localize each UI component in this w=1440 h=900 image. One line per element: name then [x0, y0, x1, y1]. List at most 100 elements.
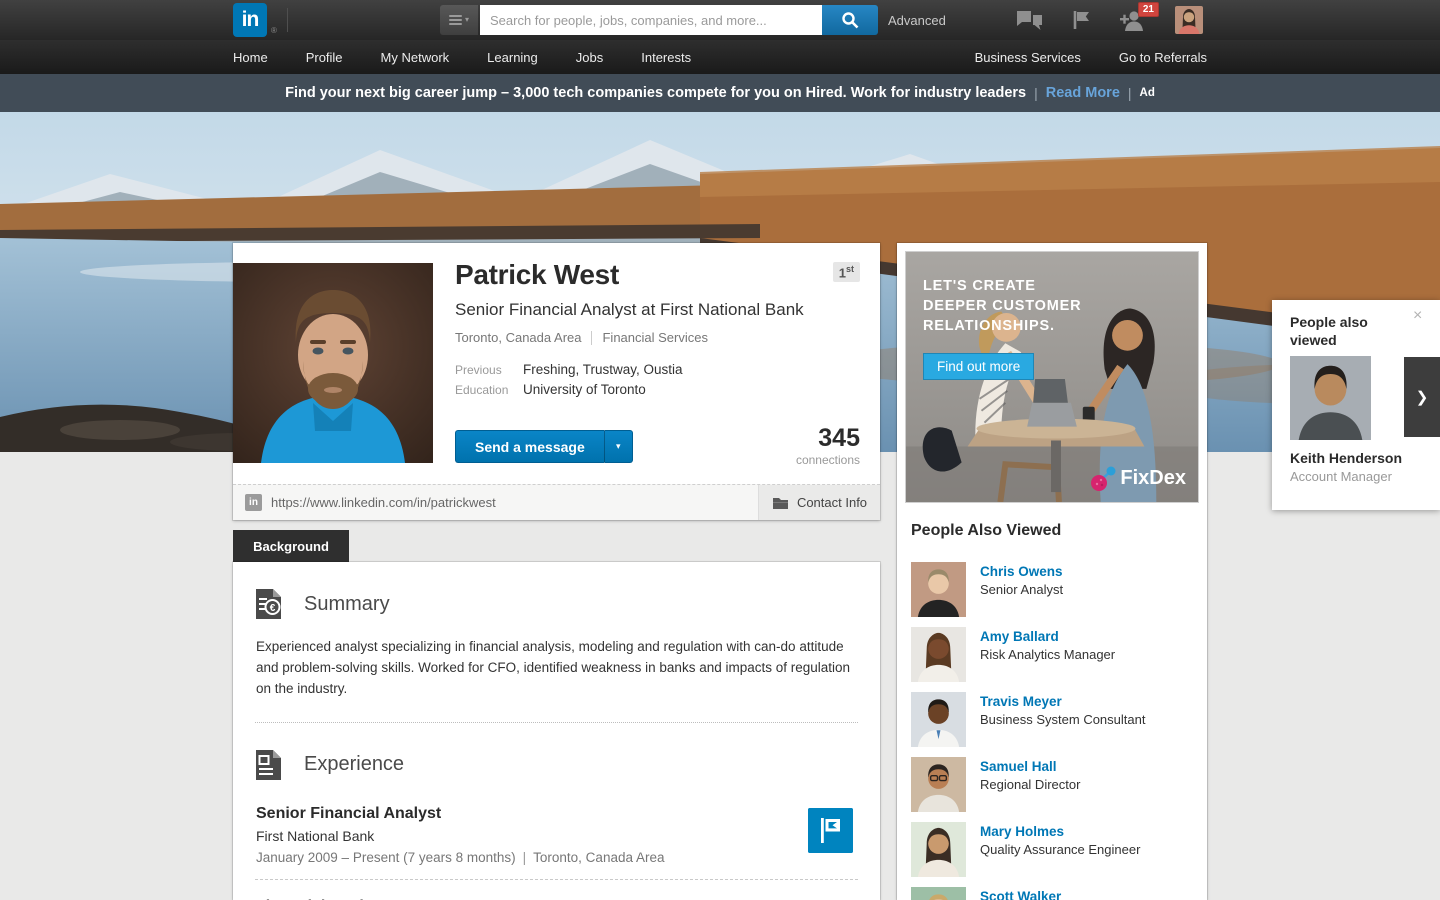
list-item: Scott Walker [911, 887, 1193, 900]
people-also-viewed-heading: People Also Viewed [911, 522, 1061, 540]
profile-name: Patrick West [455, 259, 867, 291]
profile-photo[interactable] [233, 263, 433, 463]
flag-button[interactable] [1072, 10, 1091, 30]
linkedin-logo[interactable]: in [233, 3, 267, 37]
list-item: Mary Holmes Quality Assurance Engineer [911, 822, 1193, 877]
popup-next-button[interactable]: ❯ [1404, 357, 1440, 437]
connections-count: 345 [796, 426, 860, 451]
send-message-button[interactable]: Send a message [455, 430, 604, 463]
profile-location[interactable]: Toronto, Canada Area [455, 330, 581, 345]
person-text: Amy Ballard Risk Analytics Manager [980, 627, 1115, 682]
background-section: Background € Summary Experienced analyst… [233, 530, 880, 900]
messages-button[interactable] [1016, 10, 1043, 31]
popup-person-name[interactable]: Keith Henderson [1290, 450, 1402, 466]
person-name[interactable]: Samuel Hall [980, 759, 1080, 774]
person-title: Senior Analyst [980, 582, 1063, 597]
divider: | [523, 850, 527, 865]
advanced-search-link[interactable]: Advanced [888, 13, 946, 28]
nav-business-services[interactable]: Business Services [975, 50, 1081, 65]
nav-interests[interactable]: Interests [641, 50, 691, 65]
contact-info-label: Contact Info [797, 495, 867, 510]
person-title: Risk Analytics Manager [980, 647, 1115, 662]
read-more-link[interactable]: Read More [1046, 85, 1120, 101]
search-icon [841, 11, 859, 29]
summary-doc-icon: € [255, 588, 282, 620]
divider: | [1128, 85, 1132, 101]
contact-info-button[interactable]: Contact Info [758, 485, 880, 520]
person-photo[interactable] [911, 692, 966, 747]
person-photo[interactable] [911, 822, 966, 877]
connections-block: 345 connections [796, 426, 860, 467]
search-category-dropdown[interactable]: ▾ [440, 5, 478, 35]
search-area: ▾ [440, 5, 878, 35]
list-item: Amy Ballard Risk Analytics Manager [911, 627, 1193, 682]
close-icon[interactable]: × [1413, 307, 1422, 325]
list-item: Samuel Hall Regional Director [911, 757, 1193, 812]
person-name[interactable]: Travis Meyer [980, 694, 1145, 709]
person-name[interactable]: Scott Walker [980, 889, 1061, 900]
summary-text: Experienced analyst specializing in fina… [256, 637, 854, 700]
profile-url-row: in https://www.linkedin.com/in/patrickwe… [233, 484, 880, 520]
education-value[interactable]: University of Toronto [523, 382, 646, 397]
ad-label: Ad [1140, 87, 1155, 99]
linkedin-mini-icon: in [245, 494, 262, 511]
profile-actions: Send a message ▾ [455, 430, 633, 463]
section-divider [255, 722, 858, 723]
send-message-dropdown[interactable]: ▾ [604, 430, 633, 463]
person-text: Mary Holmes Quality Assurance Engineer [980, 822, 1140, 877]
sponsored-ad[interactable]: LET'S CREATE DEEPER CUSTOMER RELATIONSHI… [905, 251, 1199, 503]
list-item: Chris Owens Senior Analyst [911, 562, 1193, 617]
person-name[interactable]: Amy Ballard [980, 629, 1115, 644]
top-bar: in ® ▾ Advanced [0, 0, 1440, 40]
hamburger-icon [449, 15, 462, 25]
ad-brand-name: FixDex [1120, 467, 1186, 490]
nav-my-network[interactable]: My Network [381, 50, 450, 65]
person-photo[interactable] [911, 757, 966, 812]
person-name[interactable]: Chris Owens [980, 564, 1063, 579]
experience-company[interactable]: First National Bank [256, 828, 858, 844]
nav-learning[interactable]: Learning [487, 50, 538, 65]
top-icons: 21 [1016, 0, 1203, 40]
previous-label: Previous [455, 362, 523, 377]
tab-background[interactable]: Background [233, 530, 349, 562]
person-name[interactable]: Mary Holmes [980, 824, 1140, 839]
experience-job-title[interactable]: Senior Financial Analyst [256, 805, 858, 823]
person-text: Scott Walker [980, 887, 1061, 900]
nav-go-to-referrals[interactable]: Go to Referrals [1119, 50, 1207, 65]
search-input[interactable] [480, 5, 822, 35]
person-text: Chris Owens Senior Analyst [980, 562, 1063, 617]
education-label: Education [455, 382, 523, 397]
ad-headline: LET'S CREATE DEEPER CUSTOMER RELATIONSHI… [923, 276, 1081, 336]
profile-industry[interactable]: Financial Services [602, 330, 708, 345]
previous-row: Previous Freshing, Trustway, Oustia [455, 362, 867, 377]
person-photo[interactable] [911, 562, 966, 617]
promo-banner: Find your next big career jump – 3,000 t… [0, 74, 1440, 112]
ad-cta-button[interactable]: Find out more [923, 353, 1034, 380]
notification-badge: 21 [1138, 2, 1159, 17]
nav-home[interactable]: Home [233, 50, 268, 65]
people-also-viewed-list: Chris Owens Senior Analyst Amy Ballard R… [911, 562, 1193, 900]
summary-title: Summary [304, 593, 390, 616]
search-button[interactable] [822, 5, 878, 35]
experience-entry: Senior Financial Analyst First National … [256, 805, 858, 865]
experience-doc-icon [255, 749, 282, 781]
popup-person-photo[interactable] [1290, 356, 1371, 440]
nav-jobs[interactable]: Jobs [576, 50, 603, 65]
account-avatar[interactable] [1175, 6, 1203, 34]
divider [287, 8, 288, 32]
list-item: Travis Meyer Business System Consultant [911, 692, 1193, 747]
profile-url[interactable]: https://www.linkedin.com/in/patrickwest [271, 495, 496, 510]
experience-header: Experience [255, 749, 880, 781]
company-logo[interactable] [808, 808, 853, 853]
fixdex-logo-icon [1090, 465, 1117, 492]
add-connections-button[interactable]: 21 [1120, 10, 1146, 31]
person-photo[interactable] [911, 887, 966, 900]
background-card-body: € Summary Experienced analyst specializi… [233, 562, 880, 900]
chat-bubbles-icon [1016, 10, 1043, 31]
popup-heading: People also viewed [1290, 314, 1386, 349]
person-photo[interactable] [911, 627, 966, 682]
nav-profile[interactable]: Profile [306, 50, 343, 65]
education-row: Education University of Toronto [455, 382, 867, 397]
main-nav: Home Profile My Network Learning Jobs In… [0, 40, 1440, 74]
previous-value[interactable]: Freshing, Trustway, Oustia [523, 362, 683, 377]
